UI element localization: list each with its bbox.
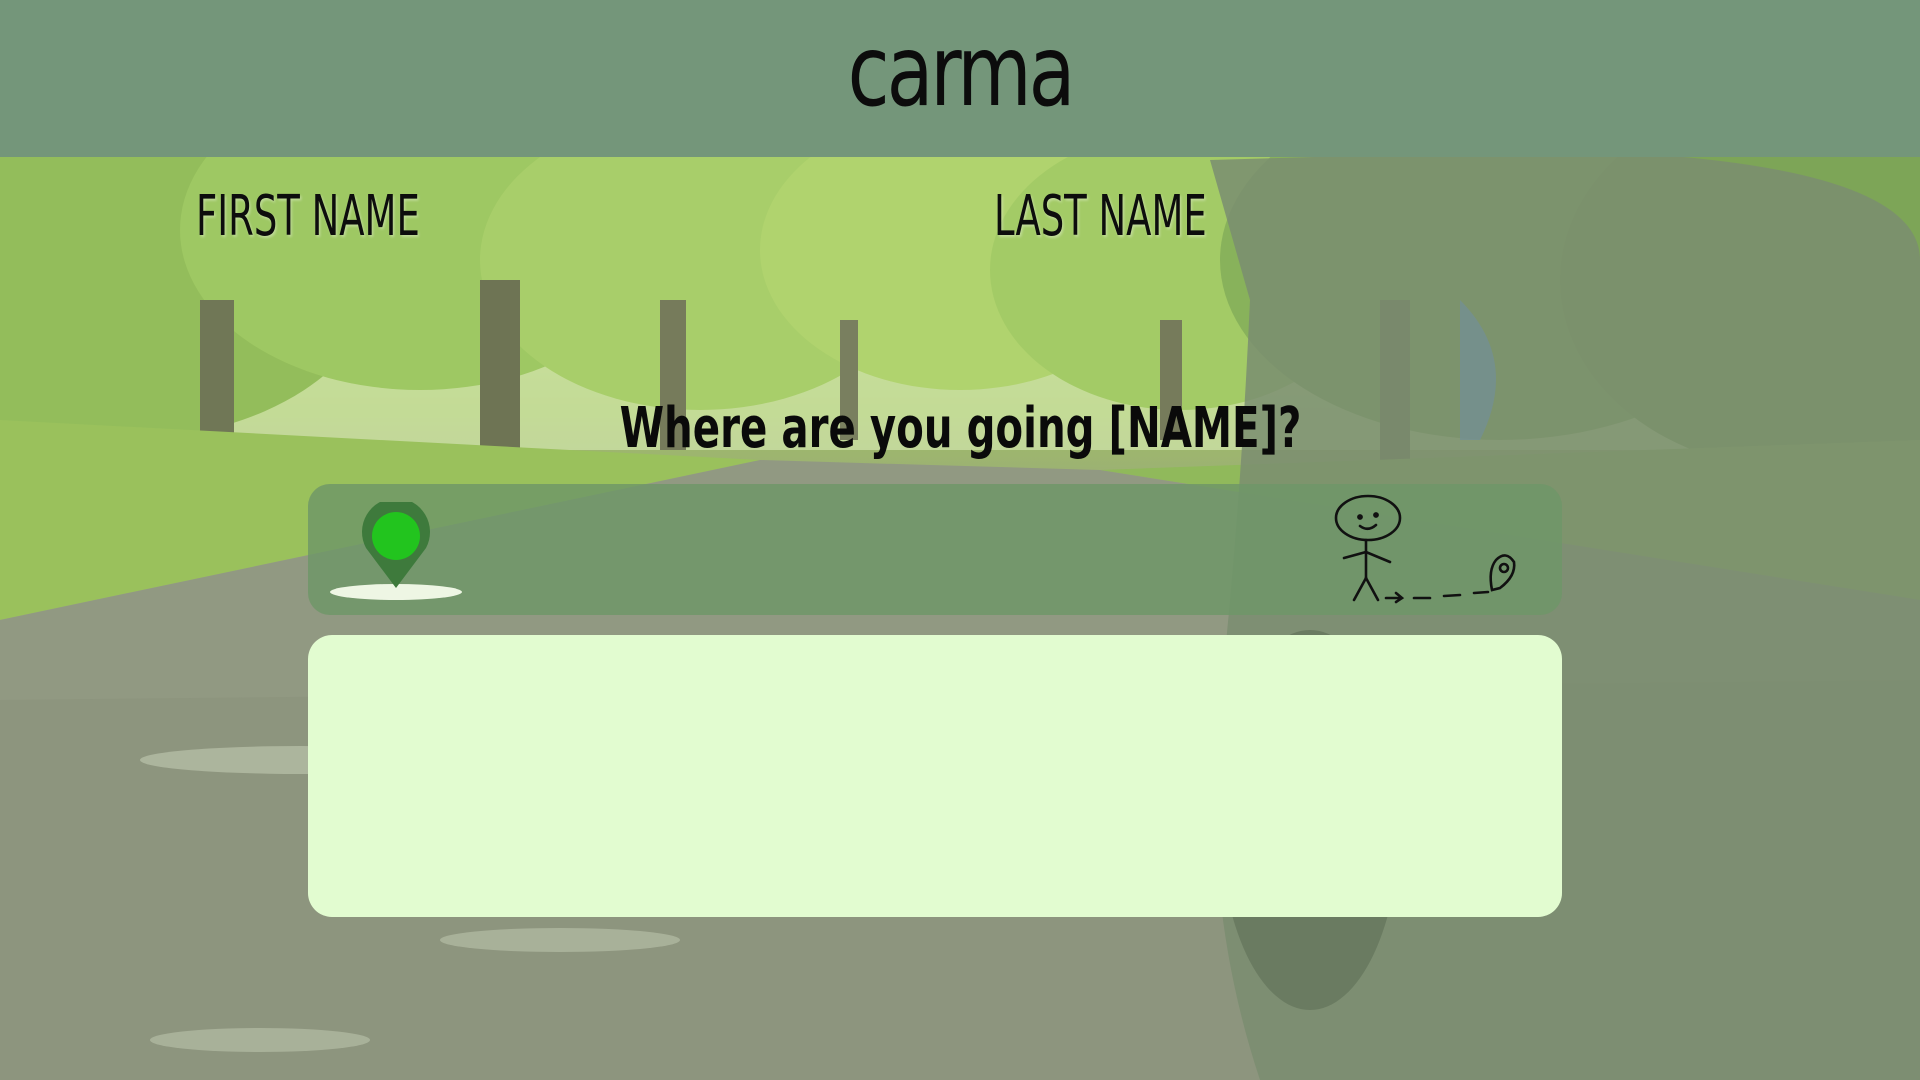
location-pin-icon[interactable]	[328, 502, 464, 606]
app-title: carma	[847, 14, 1076, 129]
destination-search-bar[interactable]	[308, 484, 1562, 615]
destination-prompt-text: Where are you going [NAME]?	[619, 396, 1301, 461]
app-header: carma	[0, 0, 1920, 157]
walking-stick-figure-icon[interactable]	[1320, 492, 1548, 610]
first-name-label: FIRST NAME	[196, 184, 420, 249]
destination-prompt: Where are you going [NAME]?	[0, 396, 1920, 461]
last-name-label: LAST NAME	[994, 184, 1207, 249]
results-panel	[308, 635, 1562, 917]
